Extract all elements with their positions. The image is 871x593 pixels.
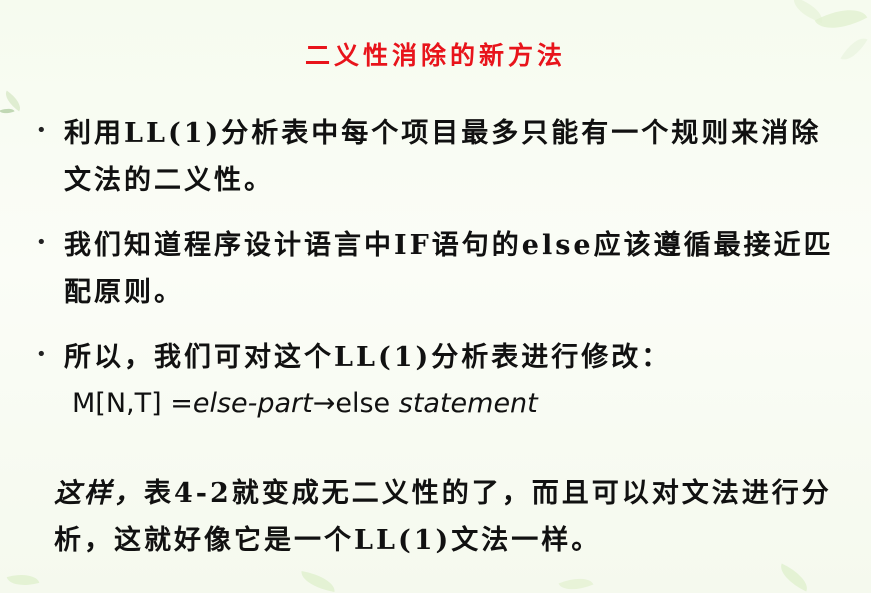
formula-statement: statement (398, 388, 538, 419)
leaf-decoration (6, 569, 40, 591)
bullet-marker: • (36, 120, 47, 141)
leaf-decoration (558, 571, 594, 593)
leaf-decoration (298, 570, 338, 593)
formula-lhs: M[N,T] (72, 388, 171, 419)
slide-title: 二义性消除的新方法 (304, 41, 566, 70)
closing-paragraph: 这样，表4-2就变成无二义性的了，而且可以对文法进行分析，这就好像它是一个LL(… (54, 470, 854, 564)
closing-lead: 这样， (54, 478, 144, 509)
bullet-marker: • (36, 344, 47, 365)
formula-line: M[N,T] =else-part→else statement (72, 388, 538, 419)
bullet-text-1: 利用LL(1)分析表中每个项目最多只能有一个规则来消除文法的二义性。 (64, 118, 822, 196)
bullet-marker: • (36, 232, 47, 253)
bullet-text-2: 我们知道程序设计语言中IF语句的else应该遵循最接近匹配原则。 (64, 230, 834, 308)
formula-keyword: else (335, 388, 399, 419)
formula-else-part: =else-part (170, 388, 313, 419)
slide: 二义性消除的新方法 • 利用LL(1)分析表中每个项目最多只能有一个规则来消除文… (0, 0, 871, 593)
arrow-icon: → (312, 388, 336, 419)
closing-text: 表4-2就变成无二义性的了，而且可以对文法进行分析，这就好像它是一个LL(1)文… (54, 478, 832, 556)
leaf-decoration (775, 563, 813, 592)
leaf-decoration (0, 105, 15, 117)
leaf-decoration (814, 0, 868, 40)
leaf-decoration (789, 0, 827, 23)
bullet-text-3: 所以，我们可对这个LL(1)分析表进行修改： (64, 342, 672, 373)
